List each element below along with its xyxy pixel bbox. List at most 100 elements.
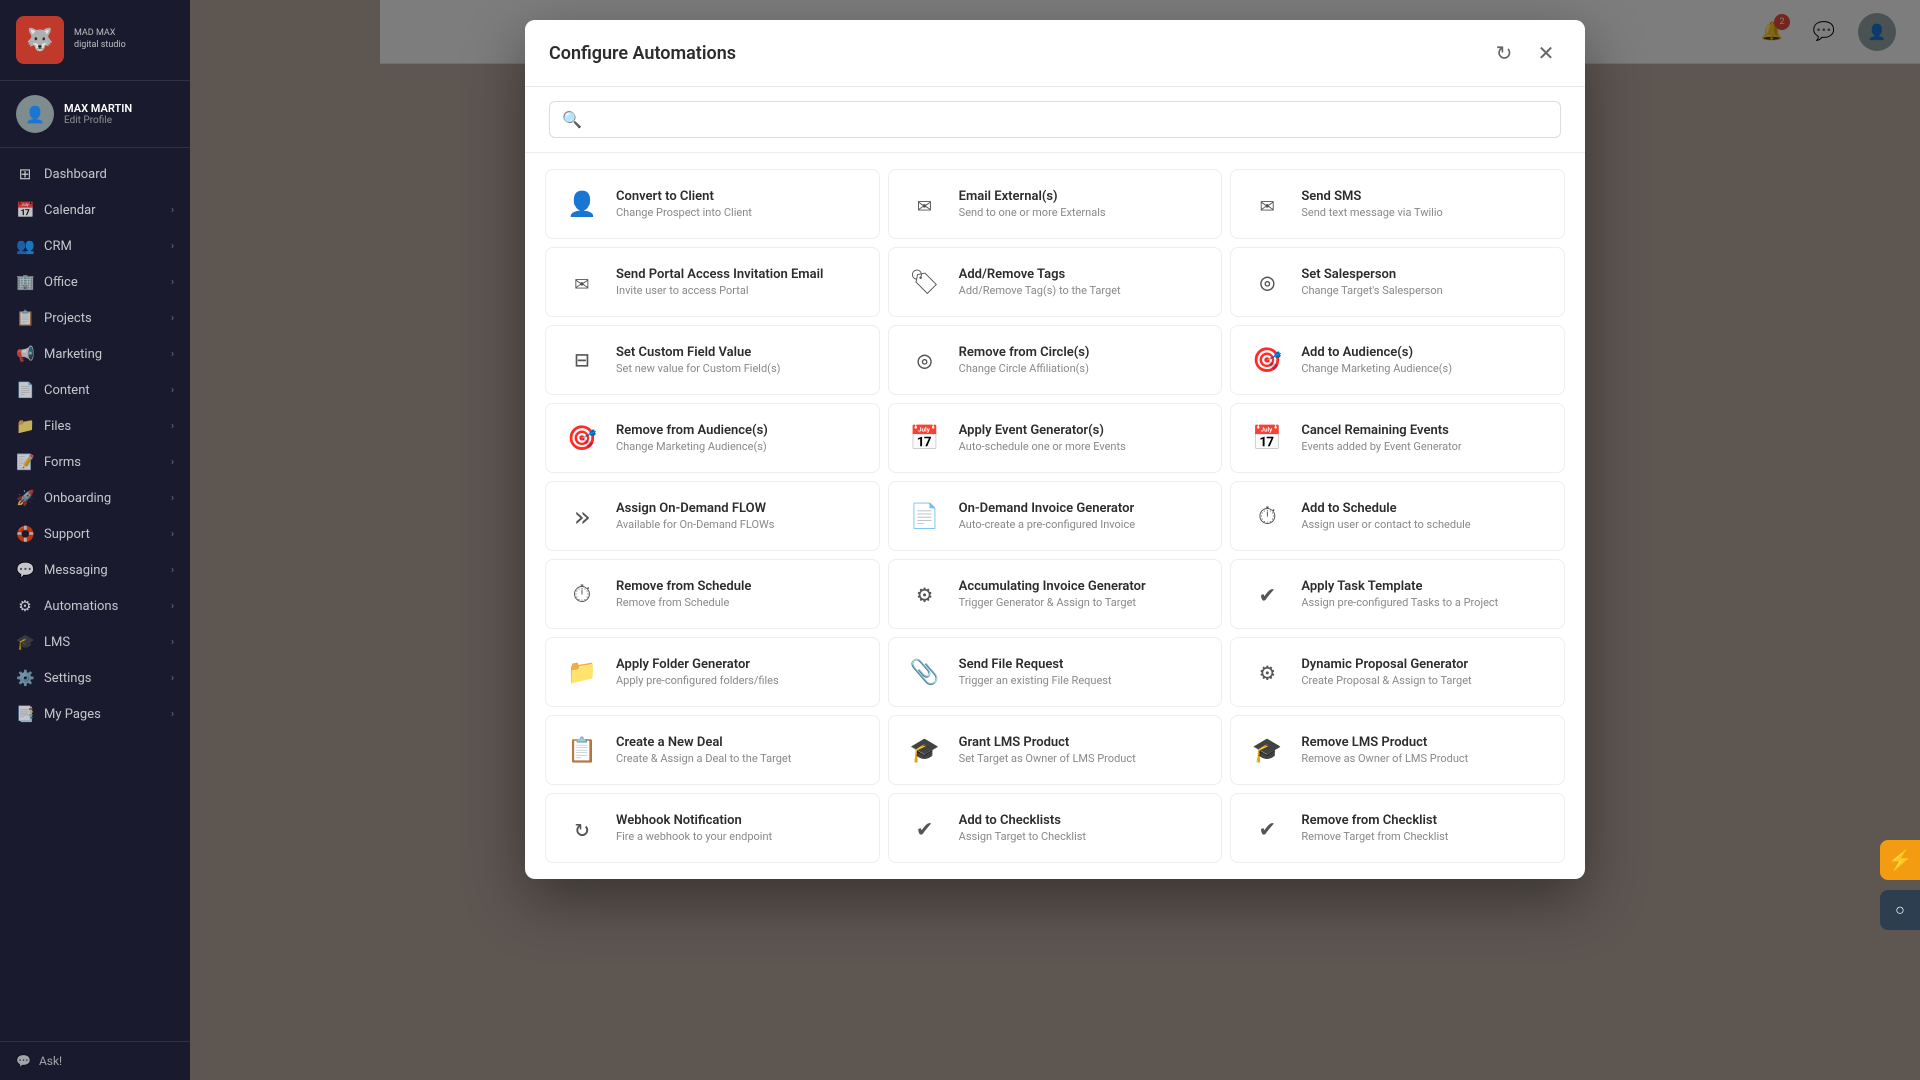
- grid-item-desc-apply-task-template: Assign pre-configured Tasks to a Project: [1301, 596, 1498, 609]
- sidebar-item-projects[interactable]: 📋 Projects ›: [0, 300, 190, 336]
- sidebar-item-office[interactable]: 🏢 Office ›: [0, 264, 190, 300]
- grid-item-grant-lms-product[interactable]: 🎓 Grant LMS Product Set Target as Owner …: [888, 715, 1223, 785]
- grid-item-add-to-audiences[interactable]: 🎯 Add to Audience(s) Change Marketing Au…: [1230, 325, 1565, 395]
- sidebar-item-files[interactable]: 📁 Files ›: [0, 408, 190, 444]
- grid-item-title-send-file-request: Send File Request: [959, 657, 1112, 672]
- grid-item-set-salesperson[interactable]: ◎ Set Salesperson Change Target's Salesp…: [1230, 247, 1565, 317]
- sidebar-item-support[interactable]: 🛟 Support ›: [0, 516, 190, 552]
- nav-item-left: ⚙ Automations: [16, 597, 118, 615]
- nav-item-left: 📑 My Pages: [16, 705, 101, 723]
- grid-item-title-set-salesperson: Set Salesperson: [1301, 267, 1442, 282]
- grid-item-set-custom-field[interactable]: ⊟ Set Custom Field Value Set new value f…: [545, 325, 880, 395]
- grid-item-title-remove-lms-product: Remove LMS Product: [1301, 735, 1468, 750]
- sidebar-item-content[interactable]: 📄 Content ›: [0, 372, 190, 408]
- grid-item-remove-from-circle[interactable]: ◎ Remove from Circle(s) Change Circle Af…: [888, 325, 1223, 395]
- lightning-button[interactable]: ⚡: [1880, 840, 1920, 880]
- back-button[interactable]: ↻: [1489, 38, 1519, 68]
- grid-item-text-send-sms: Send SMS Send text message via Twilio: [1301, 189, 1442, 219]
- grid-item-apply-task-template[interactable]: ✔ Apply Task Template Assign pre-configu…: [1230, 559, 1565, 629]
- grid-item-icon-assign-on-demand-flow: »: [562, 496, 602, 536]
- sidebar-item-calendar[interactable]: 📅 Calendar ›: [0, 192, 190, 228]
- close-button[interactable]: ✕: [1531, 38, 1561, 68]
- nav-label-onboarding: Onboarding: [44, 491, 111, 506]
- nav-label-support: Support: [44, 527, 90, 542]
- grid-item-convert-to-client[interactable]: 👤 Convert to Client Change Prospect into…: [545, 169, 880, 239]
- sidebar-item-dashboard[interactable]: ⊞ Dashboard: [0, 156, 190, 192]
- grid-item-text-accumulating-invoice-generator: Accumulating Invoice Generator Trigger G…: [959, 579, 1146, 609]
- sidebar-item-marketing[interactable]: 📢 Marketing ›: [0, 336, 190, 372]
- nav-item-left: 📢 Marketing: [16, 345, 102, 363]
- grid-item-email-externals[interactable]: ✉ Email External(s) Send to one or more …: [888, 169, 1223, 239]
- nav-arrow-messaging: ›: [171, 565, 174, 576]
- grid-item-desc-add-to-schedule: Assign user or contact to schedule: [1301, 518, 1470, 531]
- grid-item-send-file-request[interactable]: 📎 Send File Request Trigger an existing …: [888, 637, 1223, 707]
- nav-arrow-lms: ›: [171, 637, 174, 648]
- grid-item-icon-apply-event-generator: 📅: [905, 418, 945, 458]
- grid-item-text-set-custom-field: Set Custom Field Value Set new value for…: [616, 345, 780, 375]
- grid-item-text-on-demand-invoice-generator: On-Demand Invoice Generator Auto-create …: [959, 501, 1135, 531]
- grid-item-create-new-deal[interactable]: 📋 Create a New Deal Create & Assign a De…: [545, 715, 880, 785]
- grid-item-title-add-to-checklists: Add to Checklists: [959, 813, 1086, 828]
- sidebar-item-settings[interactable]: ⚙️ Settings ›: [0, 660, 190, 696]
- nav-icon-lms: 🎓: [16, 633, 34, 651]
- nav-arrow-support: ›: [171, 529, 174, 540]
- grid-item-desc-webhook-notification: Fire a webhook to your endpoint: [616, 830, 772, 843]
- grid-item-add-to-checklists[interactable]: ✔ Add to Checklists Assign Target to Che…: [888, 793, 1223, 863]
- nav-label-calendar: Calendar: [44, 203, 96, 218]
- grid-item-desc-send-file-request: Trigger an existing File Request: [959, 674, 1112, 687]
- nav-arrow-projects: ›: [171, 313, 174, 324]
- grid-item-desc-send-portal-access: Invite user to access Portal: [616, 284, 823, 297]
- grid-item-remove-from-schedule[interactable]: ⏱ Remove from Schedule Remove from Sched…: [545, 559, 880, 629]
- grid-item-cancel-remaining-events[interactable]: 📅 Cancel Remaining Events Events added b…: [1230, 403, 1565, 473]
- sidebar-user[interactable]: 👤 MAX MARTIN Edit Profile: [0, 81, 190, 148]
- nav-arrow-files: ›: [171, 421, 174, 432]
- sidebar-item-onboarding[interactable]: 🚀 Onboarding ›: [0, 480, 190, 516]
- grid-item-text-remove-from-checklist: Remove from Checklist Remove Target from…: [1301, 813, 1448, 843]
- nav-icon-projects: 📋: [16, 309, 34, 327]
- search-input[interactable]: [592, 112, 1548, 128]
- ask-icon: 💬: [16, 1054, 31, 1068]
- grid-item-send-portal-access[interactable]: ✉ Send Portal Access Invitation Email In…: [545, 247, 880, 317]
- grid-item-icon-remove-from-circle: ◎: [905, 340, 945, 380]
- grid-item-on-demand-invoice-generator[interactable]: 📄 On-Demand Invoice Generator Auto-creat…: [888, 481, 1223, 551]
- grid-item-accumulating-invoice-generator[interactable]: ⚙ Accumulating Invoice Generator Trigger…: [888, 559, 1223, 629]
- grid-item-text-remove-from-audiences: Remove from Audience(s) Change Marketing…: [616, 423, 768, 453]
- grid-item-title-on-demand-invoice-generator: On-Demand Invoice Generator: [959, 501, 1135, 516]
- grid-item-dynamic-proposal-generator[interactable]: ⚙ Dynamic Proposal Generator Create Prop…: [1230, 637, 1565, 707]
- circle-button[interactable]: ○: [1880, 890, 1920, 930]
- grid-item-webhook-notification[interactable]: ↻ Webhook Notification Fire a webhook to…: [545, 793, 880, 863]
- sidebar-item-messaging[interactable]: 💬 Messaging ›: [0, 552, 190, 588]
- grid-item-assign-on-demand-flow[interactable]: » Assign On-Demand FLOW Available for On…: [545, 481, 880, 551]
- grid-item-remove-from-audiences[interactable]: 🎯 Remove from Audience(s) Change Marketi…: [545, 403, 880, 473]
- nav-arrow-content: ›: [171, 385, 174, 396]
- sidebar-item-automations[interactable]: ⚙ Automations ›: [0, 588, 190, 624]
- grid-item-text-remove-from-schedule: Remove from Schedule Remove from Schedul…: [616, 579, 751, 609]
- sidebar-item-forms[interactable]: 📝 Forms ›: [0, 444, 190, 480]
- sidebar-item-lms[interactable]: 🎓 LMS ›: [0, 624, 190, 660]
- grid-item-icon-webhook-notification: ↻: [562, 808, 602, 848]
- grid-item-desc-on-demand-invoice-generator: Auto-create a pre-configured Invoice: [959, 518, 1135, 531]
- grid-item-apply-folder-generator[interactable]: 📁 Apply Folder Generator Apply pre-confi…: [545, 637, 880, 707]
- grid-item-icon-apply-folder-generator: 📁: [562, 652, 602, 692]
- grid-item-desc-remove-from-schedule: Remove from Schedule: [616, 596, 751, 609]
- grid-item-add-remove-tags[interactable]: 🏷 Add/Remove Tags Add/Remove Tag(s) to t…: [888, 247, 1223, 317]
- grid-item-remove-lms-product[interactable]: 🎓 Remove LMS Product Remove as Owner of …: [1230, 715, 1565, 785]
- nav-icon-files: 📁: [16, 417, 34, 435]
- grid-item-icon-dynamic-proposal-generator: ⚙: [1247, 652, 1287, 692]
- grid-item-title-apply-event-generator: Apply Event Generator(s): [959, 423, 1126, 438]
- grid-item-title-add-to-audiences: Add to Audience(s): [1301, 345, 1452, 360]
- ask-button[interactable]: 💬 Ask!: [16, 1054, 174, 1068]
- grid-item-desc-add-to-audiences: Change Marketing Audience(s): [1301, 362, 1452, 375]
- grid-item-desc-set-custom-field: Set new value for Custom Field(s): [616, 362, 780, 375]
- grid-item-add-to-schedule[interactable]: ⏱ Add to Schedule Assign user or contact…: [1230, 481, 1565, 551]
- grid-item-remove-from-checklist[interactable]: ✔ Remove from Checklist Remove Target fr…: [1230, 793, 1565, 863]
- grid-item-apply-event-generator[interactable]: 📅 Apply Event Generator(s) Auto-schedule…: [888, 403, 1223, 473]
- edit-profile-link[interactable]: Edit Profile: [64, 115, 132, 126]
- sidebar-item-my-pages[interactable]: 📑 My Pages ›: [0, 696, 190, 732]
- app-name: MAD MAX: [74, 28, 126, 40]
- grid-item-send-sms[interactable]: ✉ Send SMS Send text message via Twilio: [1230, 169, 1565, 239]
- sidebar-item-crm[interactable]: 👥 CRM ›: [0, 228, 190, 264]
- nav-item-left: 💬 Messaging: [16, 561, 108, 579]
- grid-item-icon-remove-from-checklist: ✔: [1247, 808, 1287, 848]
- nav-item-left: 📝 Forms: [16, 453, 81, 471]
